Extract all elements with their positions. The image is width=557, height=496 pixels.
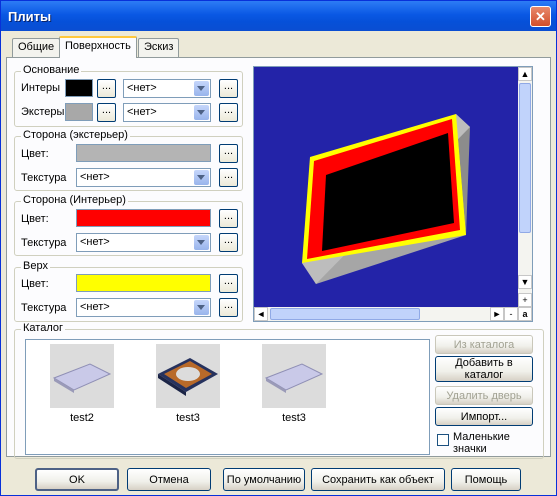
side-exterior-texture-value: <нет> <box>80 171 110 183</box>
top-texture-label: Текстура <box>21 302 67 314</box>
title-bar[interactable]: Плиты ✕ <box>1 1 556 31</box>
side-exterior-color-button[interactable]: ... <box>219 144 238 163</box>
horizontal-scroll-thumb[interactable] <box>270 308 420 320</box>
small-icons-checkbox[interactable] <box>437 434 449 446</box>
base-legend: Основание <box>21 64 82 76</box>
top-legend: Верх <box>21 260 50 272</box>
top-texture-button[interactable]: ... <box>219 298 238 317</box>
chevron-down-icon <box>194 170 209 185</box>
side-interior-color-button[interactable]: ... <box>219 209 238 228</box>
chevron-down-icon <box>194 300 209 315</box>
exterior-texture-value: <нет> <box>127 106 157 118</box>
side-interior-color-label: Цвет: <box>21 213 49 225</box>
zoom-out-button[interactable]: - <box>504 307 518 321</box>
scroll-up-button[interactable]: ▲ <box>518 67 532 81</box>
side-interior-texture-value: <нет> <box>80 236 110 248</box>
scroll-up-icon: ▲ <box>520 69 530 79</box>
close-button[interactable]: ✕ <box>530 6 551 27</box>
import-button[interactable]: Импорт... <box>435 407 533 426</box>
top-texture-select[interactable]: <нет> <box>76 298 211 317</box>
top-color-swatch[interactable] <box>76 274 211 292</box>
exterior-texture-button[interactable]: ... <box>219 103 238 122</box>
plate-3d-preview[interactable]: ▲ ▼ + ◄ ► - a <box>253 66 533 322</box>
tab-sketch[interactable]: Эскиз <box>138 38 180 57</box>
side-interior-texture-select[interactable]: <нет> <box>76 233 211 252</box>
side-interior-color-swatch[interactable] <box>76 209 211 227</box>
top-color-label: Цвет: <box>21 278 49 290</box>
interior-texture-value: <нет> <box>127 82 157 94</box>
small-icons-label: Маленькие значки <box>453 431 510 455</box>
scroll-right-button[interactable]: ► <box>490 307 504 321</box>
help-button[interactable]: Помощь <box>451 468 521 491</box>
catalog-list[interactable]: test2 test3 test3 <box>25 339 430 455</box>
flat-plate-thumbnail-icon[interactable] <box>50 344 114 408</box>
side-exterior-texture-select[interactable]: <нет> <box>76 168 211 187</box>
chevron-down-icon <box>194 81 209 96</box>
side-exterior-texture-button[interactable]: ... <box>219 168 238 187</box>
tab-general[interactable]: Общие <box>12 38 61 57</box>
chevron-down-icon <box>194 235 209 250</box>
top-color-button[interactable]: ... <box>219 274 238 293</box>
side-exterior-color-swatch[interactable] <box>76 144 211 162</box>
scroll-down-icon: ▼ <box>520 277 530 287</box>
cancel-button[interactable]: Отмена <box>127 468 211 491</box>
scroll-left-button[interactable]: ◄ <box>254 307 268 321</box>
side-exterior-texture-label: Текстура <box>21 172 67 184</box>
default-button[interactable]: По умолчанию <box>223 468 305 491</box>
exterior-label: Экстеры <box>21 106 65 118</box>
delete-door-button[interactable]: Удалить дверь <box>435 386 533 405</box>
side-exterior-color-label: Цвет: <box>21 148 49 160</box>
plates-dialog: Плиты ✕ Общие Поверхность Эскиз Основани… <box>0 0 557 496</box>
frame-plate-thumbnail-icon[interactable] <box>156 344 220 408</box>
flat-plate-thumbnail-icon[interactable] <box>262 344 326 408</box>
side-interior-legend: Сторона (Интерьер) <box>21 194 128 206</box>
add-to-catalog-button[interactable]: Добавить в каталог <box>435 356 533 382</box>
side-interior-texture-button[interactable]: ... <box>219 233 238 252</box>
exterior-color-button[interactable]: ... <box>97 103 116 122</box>
exterior-texture-select[interactable]: <нет> <box>123 103 211 122</box>
scroll-left-icon: ◄ <box>256 309 266 319</box>
ok-button[interactable]: OK <box>35 468 119 491</box>
top-texture-value: <нет> <box>80 301 110 313</box>
window-title: Плиты <box>8 9 52 24</box>
catalog-item-label: test3 <box>176 412 200 424</box>
scroll-down-button[interactable]: ▼ <box>518 275 532 289</box>
interior-label: Интеры <box>21 82 61 94</box>
chevron-down-icon <box>194 105 209 120</box>
interior-color-swatch[interactable] <box>65 79 93 97</box>
preview-canvas[interactable] <box>254 67 518 307</box>
scroll-right-icon: ► <box>492 309 502 319</box>
auto-zoom-button[interactable]: a <box>518 307 532 321</box>
exterior-color-swatch[interactable] <box>65 103 93 121</box>
catalog-legend: Каталог <box>21 322 65 334</box>
catalog-item-label: test2 <box>70 412 94 424</box>
vertical-scroll-thumb[interactable] <box>519 83 531 233</box>
tab-surface[interactable]: Поверхность <box>59 36 137 58</box>
save-as-object-button[interactable]: Сохранить как объект <box>311 468 445 491</box>
interior-texture-button[interactable]: ... <box>219 79 238 98</box>
catalog-item-label: test3 <box>282 412 306 424</box>
zoom-in-button[interactable]: + <box>518 293 532 307</box>
close-icon: ✕ <box>535 9 546 24</box>
from-catalog-button[interactable]: Из каталога <box>435 335 533 354</box>
interior-texture-select[interactable]: <нет> <box>123 79 211 98</box>
side-exterior-legend: Сторона (экстерьер) <box>21 129 130 141</box>
interior-color-button[interactable]: ... <box>97 79 116 98</box>
side-interior-texture-label: Текстура <box>21 237 67 249</box>
